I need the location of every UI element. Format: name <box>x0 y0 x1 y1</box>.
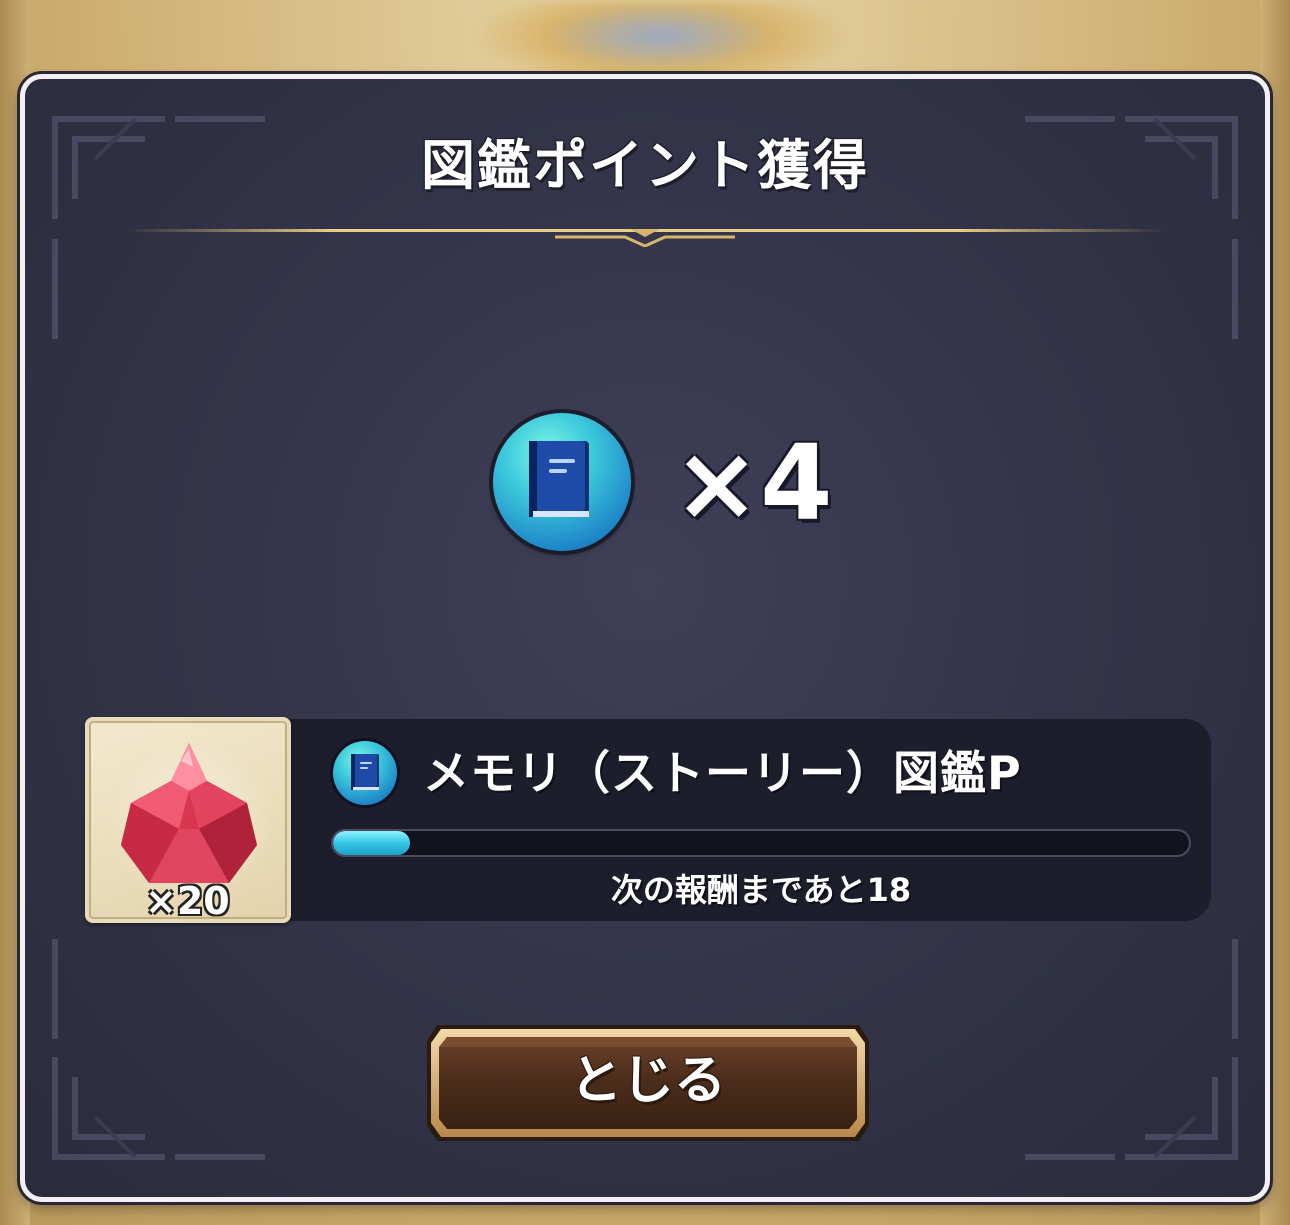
next-reward-remaining: 次の報酬まであと18 <box>610 871 912 909</box>
book-icon <box>333 741 397 805</box>
close-button-label: とじる <box>569 1051 726 1111</box>
progress-bar <box>331 829 1191 857</box>
title-divider <box>125 229 1165 247</box>
points-gained: ×4 <box>493 413 833 553</box>
close-button[interactable]: とじる <box>423 1019 873 1147</box>
reward-progress-card: ×20 メモリ（ストーリー）図鑑P 次の報酬まであと18 <box>85 717 1213 923</box>
points-multiplier: ×4 <box>673 422 833 544</box>
points-dialog: 図鑑ポイント獲得 ×4 ×20 メモリ（ストーリー）図鑑P 次の報酬まであと18… <box>20 74 1270 1202</box>
progress-bar-fill <box>333 831 411 855</box>
dialog-title: 図鑑ポイント獲得 <box>421 134 869 197</box>
reward-quantity: ×20 <box>145 879 230 923</box>
book-icon <box>493 413 631 551</box>
collection-category-label: メモリ（ストーリー）図鑑P <box>423 746 1022 800</box>
reward-item: ×20 <box>85 717 291 923</box>
